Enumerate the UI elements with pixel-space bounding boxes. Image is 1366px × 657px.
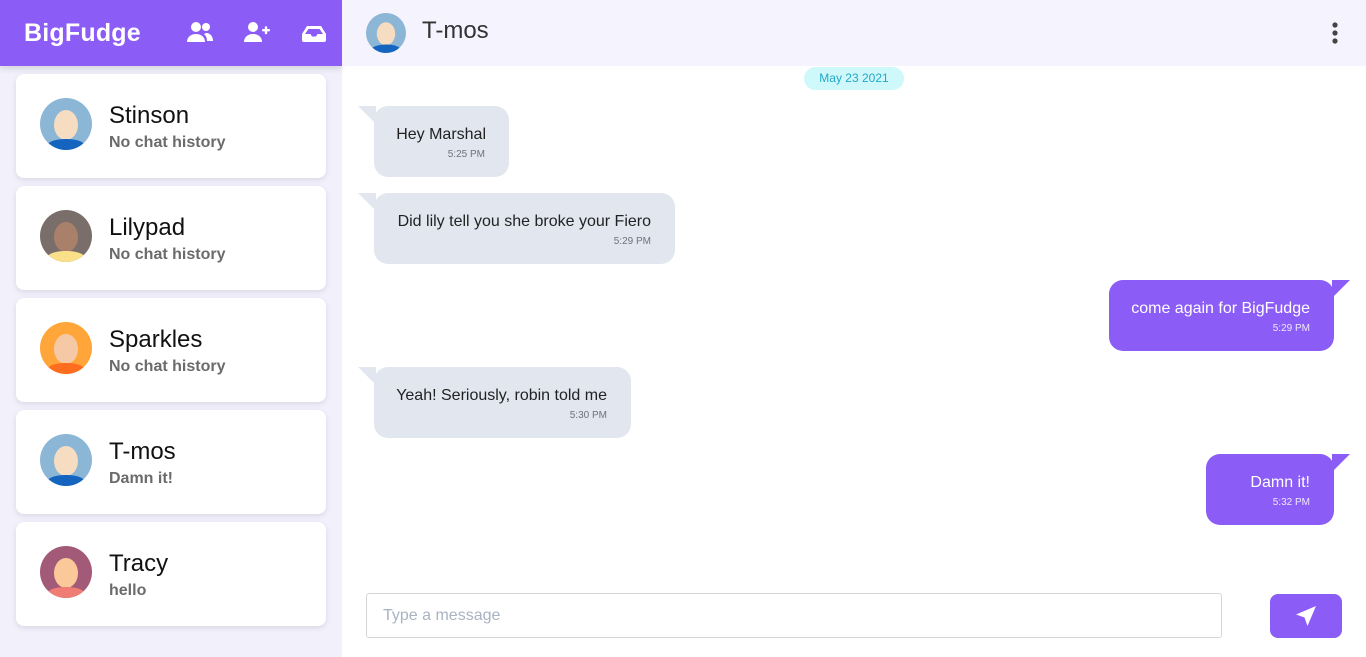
bubble-tail: [1332, 280, 1350, 298]
contact-item-sparkles[interactable]: Sparkles No chat history: [16, 298, 326, 402]
bubble-tail: [358, 106, 376, 124]
date-chip: May 23 2021: [804, 67, 904, 90]
more-options-icon[interactable]: [1330, 20, 1340, 46]
chat-title: T-mos: [422, 17, 489, 44]
contact-item-lilypad[interactable]: Lilypad No chat history: [16, 186, 326, 290]
contact-item-stinson[interactable]: Stinson No chat history: [16, 74, 326, 178]
contact-name: Sparkles: [109, 326, 203, 353]
message-incoming: Hey Marshal 5:25 PM: [358, 106, 509, 177]
message-text: Damn it!: [1250, 474, 1310, 491]
bubble-tail: [1332, 454, 1350, 472]
contact-preview: hello: [109, 582, 147, 599]
message-incoming: Yeah! Seriously, robin told me 5:30 PM: [358, 367, 631, 438]
chat-header: T-mos: [342, 0, 1366, 66]
message-text: come again for BigFudge: [1131, 300, 1310, 317]
send-icon: [1296, 606, 1316, 626]
avatar: [40, 98, 92, 150]
sidebar-header: BigFudge: [0, 0, 342, 66]
message-outgoing: Damn it! 5:32 PM: [1206, 454, 1350, 525]
avatar: [40, 546, 92, 598]
message-text: Hey Marshal: [396, 126, 486, 143]
contact-name: Lilypad: [109, 214, 186, 241]
send-button[interactable]: [1270, 594, 1342, 638]
message-time: 5:30 PM: [569, 410, 607, 421]
brand-title: BigFudge: [24, 19, 141, 47]
contact-preview: No chat history: [109, 358, 226, 375]
contact-item-tracy[interactable]: Tracy hello: [16, 522, 326, 626]
message-time: 5:32 PM: [1272, 497, 1310, 508]
contact-preview: No chat history: [109, 246, 226, 263]
contact-name: T-mos: [109, 438, 176, 465]
add-user-icon[interactable]: [243, 20, 271, 46]
bubble-tail: [358, 367, 376, 385]
contact-preview: No chat history: [109, 134, 226, 151]
avatar: [40, 322, 92, 374]
message-outgoing: come again for BigFudge 5:29 PM: [1109, 280, 1350, 351]
contact-preview: Damn it!: [109, 470, 173, 487]
message-time: 5:29 PM: [613, 236, 651, 247]
message-incoming: Did lily tell you she broke your Fiero 5…: [358, 193, 675, 264]
contact-name: Stinson: [109, 102, 190, 129]
message-text: Yeah! Seriously, robin told me: [396, 387, 607, 404]
message-text: Did lily tell you she broke your Fiero: [397, 213, 651, 230]
message-input[interactable]: [366, 593, 1222, 638]
message-time: 5:29 PM: [1272, 323, 1310, 334]
contact-name: Tracy: [109, 550, 169, 577]
contact-item-t-mos[interactable]: T-mos Damn it!: [16, 410, 326, 514]
bubble-tail: [358, 193, 376, 211]
chat-avatar: [366, 13, 406, 53]
avatar: [40, 210, 92, 262]
users-icon[interactable]: [186, 20, 214, 46]
message-time: 5:25 PM: [447, 149, 485, 160]
sidebar: BigFudge Stinson No chat history Lilypad…: [0, 0, 342, 657]
inbox-icon[interactable]: [300, 20, 328, 46]
avatar: [40, 434, 92, 486]
